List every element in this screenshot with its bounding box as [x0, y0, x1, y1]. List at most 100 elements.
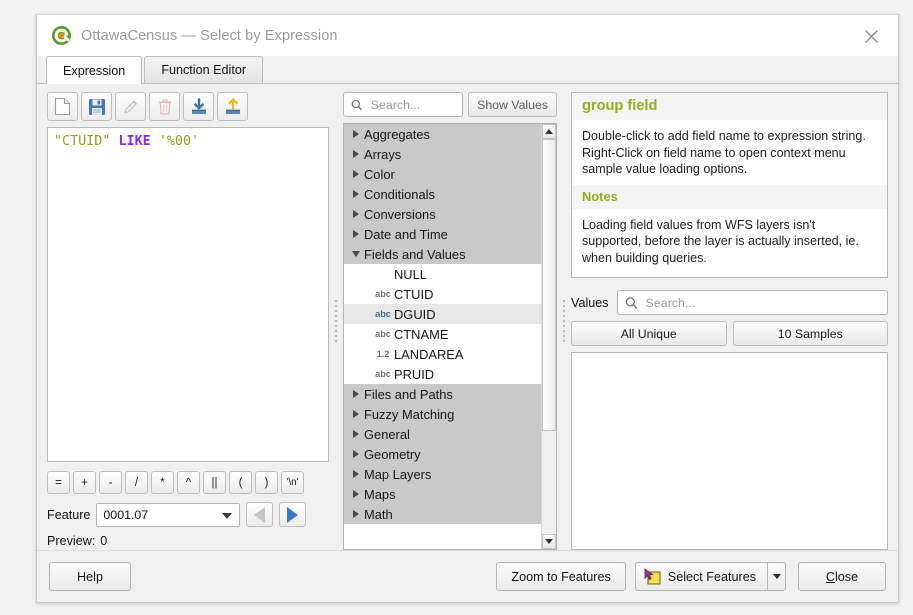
tree-group-general[interactable]: General [344, 424, 541, 444]
chevron-down-icon [348, 251, 364, 257]
tree-group-conditionals[interactable]: Conditionals [344, 184, 541, 204]
help-panel: group field Double-click to add field na… [571, 92, 888, 278]
close-icon[interactable] [854, 24, 888, 48]
close-accel: C [825, 569, 835, 584]
chevron-right-icon [348, 510, 364, 518]
tree-group-geometry[interactable]: Geometry [344, 444, 541, 464]
tree-item-ctuid[interactable]: abc CTUID [344, 284, 541, 304]
select-features-button[interactable]: Select Features [634, 562, 767, 591]
tree-item-ctname[interactable]: abc CTNAME [344, 324, 541, 344]
field-type-icon-text: abc [375, 289, 391, 299]
operator-equals-button[interactable]: = [47, 471, 70, 494]
values-list[interactable] [571, 352, 888, 550]
export-expressions-button[interactable] [217, 92, 248, 121]
dialog-title: OttawaCensus — Select by Expression [81, 27, 338, 44]
save-expression-button[interactable] [81, 92, 112, 121]
operator-open-paren-button[interactable]: ( [229, 471, 252, 494]
tree-group-color[interactable]: Color [344, 164, 541, 184]
tree-label: Color [364, 166, 395, 182]
select-features-dropdown[interactable] [767, 562, 786, 591]
close-button[interactable]: Close [798, 562, 886, 591]
scroll-down-icon[interactable] [542, 534, 556, 549]
expression-toolbar [47, 92, 329, 121]
select-by-expression-dialog: OttawaCensus — Select by Expression Expr… [36, 14, 899, 603]
tree-group-files-and-paths[interactable]: Files and Paths [344, 384, 541, 404]
values-search-field[interactable] [643, 294, 887, 311]
edit-expression-button [115, 92, 146, 121]
tab-expression[interactable]: Expression [46, 56, 143, 84]
tree-group-arrays[interactable]: Arrays [344, 144, 541, 164]
tree-item-dguid[interactable]: abc DGUID [344, 304, 541, 324]
tree-label: Conditionals [364, 186, 435, 202]
tree-group-map-layers[interactable]: Map Layers [344, 464, 541, 484]
tree-group-math[interactable]: Math [344, 504, 541, 524]
function-search-input[interactable] [343, 92, 464, 117]
scroll-up-icon[interactable] [542, 124, 556, 139]
field-type-icon-text: abc [375, 369, 391, 379]
tree-group-fuzzy-matching[interactable]: Fuzzy Matching [344, 404, 541, 424]
help-and-values-column: group field Double-click to add field na… [571, 92, 888, 550]
feature-combobox[interactable]: 0001.07 [96, 502, 241, 527]
chevron-right-icon [348, 450, 364, 458]
operator-minus-button[interactable]: - [99, 471, 122, 494]
tree-label: Maps [364, 486, 396, 502]
tree-group-date-and-time[interactable]: Date and Time [344, 224, 541, 244]
dialog-body: "CTUID" LIKE '%00' = + - / * ^ || ( ) '\… [37, 84, 898, 550]
tree-item-pruid[interactable]: abc PRUID [344, 364, 541, 384]
help-button[interactable]: Help [49, 562, 131, 591]
function-tree-scrollbar[interactable] [541, 124, 556, 549]
tree-label: Fuzzy Matching [364, 406, 455, 422]
operator-concat-button[interactable]: || [203, 471, 226, 494]
previous-feature-icon[interactable] [246, 502, 274, 527]
tree-label: CTNAME [394, 326, 449, 342]
operator-plus-button[interactable]: + [73, 471, 96, 494]
all-unique-button[interactable]: All Unique [571, 321, 727, 346]
left-splitter-handle[interactable] [329, 92, 343, 550]
scrollbar-track[interactable] [542, 139, 556, 534]
ten-samples-button[interactable]: 10 Samples [732, 321, 888, 346]
chevron-down-icon [772, 574, 781, 579]
operator-close-paren-button[interactable]: ) [255, 471, 278, 494]
chevron-right-icon [348, 390, 364, 398]
chevron-right-icon [348, 470, 364, 478]
help-title: group field [572, 93, 887, 120]
feature-label: Feature [47, 507, 91, 522]
qgis-logo-icon [51, 25, 72, 46]
tree-group-aggregates[interactable]: Aggregates [344, 124, 541, 144]
scrollbar-thumb[interactable] [542, 139, 556, 432]
operator-button-row: = + - / * ^ || ( ) '\n' [47, 471, 329, 494]
tree-label: Files and Paths [364, 386, 453, 402]
operator-multiply-button[interactable]: * [151, 471, 174, 494]
values-search-input[interactable] [616, 290, 888, 315]
operator-power-button[interactable]: ^ [177, 471, 200, 494]
chevron-right-icon [348, 190, 364, 198]
search-icon [351, 99, 363, 110]
next-feature-icon[interactable] [279, 502, 307, 527]
tree-group-conversions[interactable]: Conversions [344, 204, 541, 224]
tree-label: Map Layers [364, 466, 432, 482]
tab-function-editor[interactable]: Function Editor [144, 56, 264, 83]
tab-function-editor-label: Function Editor [161, 63, 247, 77]
expression-string-token: '%00' [158, 134, 200, 149]
feature-combobox-value: 0001.07 [103, 507, 149, 522]
import-expressions-button[interactable] [183, 92, 214, 121]
new-expression-button[interactable] [47, 92, 78, 121]
operator-newline-button[interactable]: '\n' [281, 471, 304, 494]
expression-text-editor[interactable]: "CTUID" LIKE '%00' [47, 127, 329, 462]
zoom-to-features-button[interactable]: Zoom to Features [496, 562, 626, 591]
tree-group-fields-and-values[interactable]: Fields and Values [344, 244, 541, 264]
tab-bar: Expression Function Editor [37, 56, 898, 84]
preview-row: Preview: 0 [47, 534, 329, 548]
chevron-right-icon [348, 210, 364, 218]
tree-item-landarea[interactable]: 1.2 LANDAREA [344, 344, 541, 364]
right-splitter-handle[interactable] [557, 92, 571, 550]
show-values-button[interactable]: Show Values [468, 92, 557, 117]
chevron-right-icon [348, 170, 364, 178]
tree-item-null[interactable]: NULL [344, 264, 541, 284]
expression-field-token: "CTUID" [54, 134, 111, 149]
function-search-field[interactable] [368, 96, 463, 113]
field-type-icon-text: abc [375, 329, 391, 339]
tree-group-maps[interactable]: Maps [344, 484, 541, 504]
operator-divide-button[interactable]: / [125, 471, 148, 494]
field-type-icon-text: abc [375, 309, 391, 319]
